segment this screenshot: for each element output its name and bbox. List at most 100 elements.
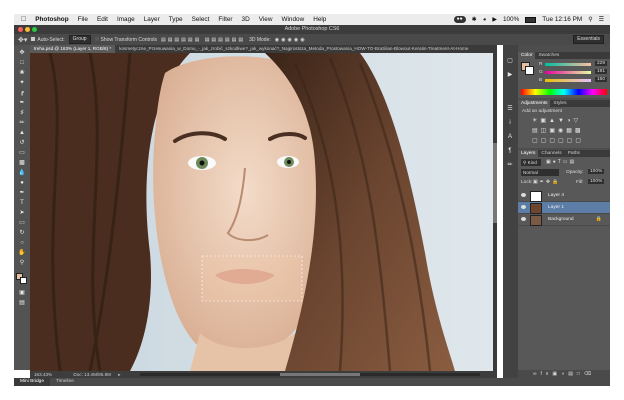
tab-channels[interactable]: Channels (538, 150, 564, 157)
link-layers-icon[interactable]: ∞ (533, 371, 541, 377)
paragraph-panel-icon[interactable]: ¶ (505, 147, 515, 155)
workspace-dropdown[interactable]: Essentials (573, 35, 604, 44)
healing-brush-tool-icon[interactable]: ♯ (17, 109, 27, 117)
search-icon[interactable]: ⚲ (588, 16, 592, 23)
status-menu-icon[interactable]: ●● (453, 16, 466, 23)
fill-value[interactable]: 100% (588, 179, 605, 184)
layer-style-icon[interactable]: fx (541, 371, 553, 377)
tab-paths[interactable]: Paths (565, 150, 583, 157)
adjustment-icons-row-3[interactable]: ▢▢▢▢▢▢ (532, 137, 584, 144)
background-color-swatch[interactable] (20, 277, 27, 284)
tab-layers[interactable]: Layers (518, 150, 539, 157)
vertical-scroll-thumb[interactable] (493, 143, 497, 223)
visibility-eye-icon[interactable] (521, 205, 526, 209)
battery-percent[interactable]: 100% (503, 16, 519, 23)
blue-value[interactable]: 160 (595, 77, 608, 82)
minimize-window-icon[interactable] (25, 27, 30, 32)
brush-panel-icon[interactable]: ✏ (505, 161, 515, 169)
layer-filter-dropdown[interactable]: ⚲ Kind (521, 159, 541, 166)
blur-tool-icon[interactable]: 💧 (17, 169, 27, 177)
visibility-eye-icon[interactable] (521, 217, 526, 221)
document-canvas[interactable] (30, 53, 497, 371)
vertical-scrollbar[interactable] (493, 53, 497, 371)
menu-file[interactable]: File (78, 16, 88, 23)
add-mask-icon[interactable]: ▣ (552, 371, 561, 377)
menu-app-name[interactable]: Photoshop (35, 16, 68, 23)
path-selection-tool-icon[interactable]: ➤ (17, 209, 27, 217)
screen-mode-icon[interactable]: ▤ (17, 299, 27, 307)
pen-tool-icon[interactable]: ✒ (17, 189, 27, 197)
bluetooth-icon[interactable]: ✱ (472, 16, 477, 23)
clock[interactable]: Tue 12:16 PM (542, 16, 582, 23)
tab-styles[interactable]: Styles (550, 100, 569, 107)
menu-image[interactable]: Image (117, 16, 135, 23)
blend-mode-dropdown[interactable]: Normal (521, 169, 559, 176)
opacity-value[interactable]: 100% (588, 169, 605, 174)
delete-layer-icon[interactable]: ⌫ (584, 371, 595, 377)
brush-tool-icon[interactable]: ✏ (17, 119, 27, 127)
shape-tool-icon[interactable]: ▭ (17, 219, 27, 227)
move-tool-icon[interactable]: ✥ (17, 49, 27, 57)
tab-active-document[interactable]: treha.psd @ 163% (Layer 1, RGB/8) * (30, 45, 116, 53)
hand-tool-icon[interactable]: ✋ (17, 249, 27, 257)
layer-filter-icons[interactable]: ▣●T▭▤ (546, 159, 576, 165)
zoom-tool-icon[interactable]: ⚲ (17, 259, 27, 267)
red-slider[interactable] (545, 63, 591, 66)
tab-timeline[interactable]: Timeline (50, 378, 80, 386)
wifi-icon[interactable]: ◕ (483, 17, 487, 23)
green-value[interactable]: 191 (595, 69, 608, 74)
3d-camera-tool-icon[interactable]: ○ (17, 239, 27, 247)
notification-center-icon[interactable]: ☰ (599, 16, 604, 23)
move-tool-preset-icon[interactable]: ✥▾ (18, 36, 27, 44)
layer-row-background[interactable]: Background 🔒 (518, 214, 610, 226)
character-panel-icon[interactable]: A (505, 133, 515, 141)
apple-menu-icon[interactable]:  (21, 16, 26, 23)
menu-edit[interactable]: Edit (97, 16, 108, 23)
tab-mini-bridge[interactable]: Mini Bridge (14, 378, 50, 386)
actions-panel-icon[interactable]: ▶ (505, 71, 515, 79)
color-spectrum-bar[interactable] (521, 89, 607, 95)
layer-name[interactable]: Layer 1 (548, 202, 564, 213)
eraser-tool-icon[interactable]: ▭ (17, 149, 27, 157)
adjustment-icons-row-2[interactable]: ▤◫▣◉▦▩ (532, 127, 584, 134)
panel-background-swatch[interactable] (525, 66, 534, 75)
visibility-eye-icon[interactable] (521, 193, 526, 197)
layer-row-layer-4[interactable]: Layer 4 (518, 190, 610, 202)
tab-color[interactable]: Color (518, 52, 536, 59)
quick-select-tool-icon[interactable]: ✦ (17, 79, 27, 87)
history-panel-icon[interactable]: ▢ (505, 57, 515, 65)
horizontal-scroll-thumb[interactable] (280, 373, 360, 376)
menu-window[interactable]: Window (281, 16, 304, 23)
quick-mask-icon[interactable]: ▣ (17, 289, 27, 297)
properties-panel-icon[interactable]: ☰ (505, 105, 515, 113)
auto-select-checkbox[interactable]: Auto-Select: (31, 37, 65, 43)
clone-stamp-tool-icon[interactable]: ▲ (17, 129, 27, 137)
auto-select-dropdown[interactable]: Group (68, 35, 91, 44)
layer-name[interactable]: Layer 4 (548, 190, 564, 201)
menu-help[interactable]: Help (313, 16, 326, 23)
close-window-icon[interactable] (18, 27, 23, 32)
crop-tool-icon[interactable]: ┏ (17, 89, 27, 97)
menu-type[interactable]: Type (169, 16, 183, 23)
blue-slider[interactable] (545, 79, 591, 82)
menu-layer[interactable]: Layer (144, 16, 160, 23)
menu-filter[interactable]: Filter (218, 16, 232, 23)
menu-3d[interactable]: 3D (242, 16, 250, 23)
lock-icons[interactable]: ▣✒✥🔒 (533, 179, 560, 185)
layer-name[interactable]: Background (548, 214, 574, 225)
tab-adjustments[interactable]: Adjustments (518, 100, 551, 107)
gradient-tool-icon[interactable]: ▩ (17, 159, 27, 167)
tab-swatches[interactable]: Swatches (535, 52, 562, 59)
adjustment-icons-row-1[interactable]: ☀▣▲▼◑▽ (532, 117, 581, 124)
3d-mode-icons[interactable]: ◉◉◉◉◉ (275, 37, 307, 43)
horizontal-scrollbar[interactable] (140, 373, 480, 376)
layer-row-layer-1[interactable]: Layer 1 (518, 202, 610, 214)
tab-second-document[interactable]: kosmetyczne_Przesuwania_w_Domu_-_jak_zro… (115, 45, 472, 53)
eyedropper-tool-icon[interactable]: ✒ (17, 99, 27, 107)
status-menu-arrow-icon[interactable]: ▸ (118, 372, 120, 377)
show-transform-checkbox[interactable]: Show Transform Controls (94, 37, 157, 43)
zoom-level[interactable]: 163.43% (34, 372, 52, 377)
selection-marquee[interactable] (201, 255, 303, 302)
red-value[interactable]: 229 (595, 61, 608, 66)
zoom-window-icon[interactable] (32, 27, 37, 32)
